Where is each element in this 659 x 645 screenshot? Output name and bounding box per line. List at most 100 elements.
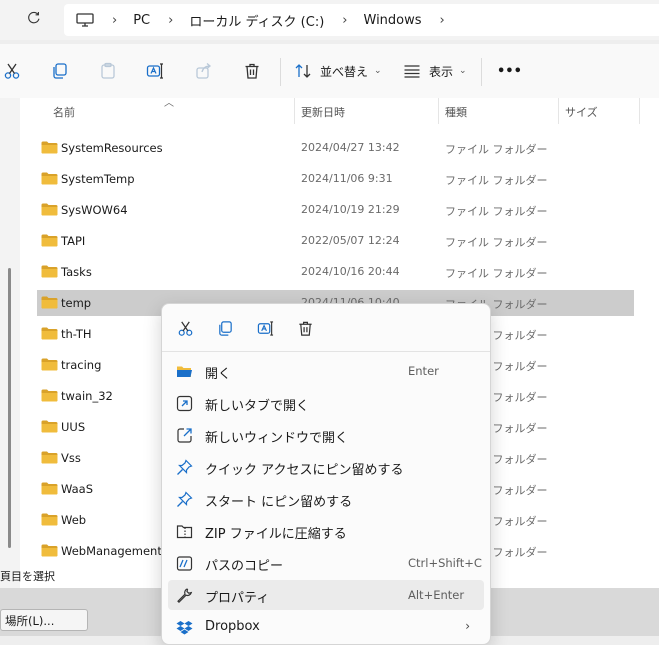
menu-item-compress-zip[interactable]: ZIP ファイルに圧縮する	[168, 516, 484, 546]
dropbox-icon	[176, 619, 193, 636]
chevron-right-icon[interactable]: ›	[440, 13, 445, 28]
file-date: 2022/05/07 12:24	[301, 234, 400, 247]
folder-icon	[41, 172, 58, 185]
menu-item-label: プロパティ	[205, 591, 270, 606]
column-date[interactable]: 更新日時	[301, 104, 345, 120]
copy-button[interactable]	[51, 58, 69, 84]
toolbar-divider	[280, 58, 281, 86]
chevron-down-icon: ⌄	[374, 66, 382, 76]
column-divider[interactable]	[558, 98, 559, 124]
context-menu: 開く Enter 新しいタブで開く新しいウィンドウで開くクイック アクセスにピン留め…	[161, 303, 491, 645]
breadcrumb-local-disk[interactable]: ローカル ディスク (C:)	[189, 11, 324, 30]
menu-item-properties[interactable]: プロパティ Alt+Enter	[168, 580, 484, 610]
file-date: 2024/04/27 13:42	[301, 141, 400, 154]
column-name[interactable]: 名前	[53, 104, 75, 120]
folder-icon	[41, 234, 58, 247]
file-name: SystemResources	[61, 141, 163, 155]
column-size[interactable]: サイズ	[565, 104, 598, 120]
copy-path-icon	[176, 555, 193, 572]
rename-button[interactable]	[146, 58, 164, 84]
chevron-right-icon: ›	[465, 619, 470, 633]
clipboard-icon	[101, 62, 115, 79]
menu-item-label: 新しいウィンドウで開く	[205, 431, 349, 446]
chevron-down-icon: ⌄	[459, 66, 467, 76]
file-date: 2024/11/06 9:31	[301, 172, 393, 185]
folder-icon	[41, 482, 58, 495]
selection-status: 頁目を選択	[0, 570, 55, 583]
menu-item-shortcut: Alt+Enter	[408, 588, 465, 602]
zip-icon	[176, 523, 193, 540]
view-list-icon	[404, 65, 420, 78]
menu-item-shortcut: Ctrl+Shift+C	[408, 556, 482, 570]
file-name: th-TH	[61, 327, 92, 341]
address-bar-area: › PC › ローカル ディスク (C:) › Windows ›	[0, 0, 659, 40]
folder-icon	[41, 327, 58, 340]
chevron-right-icon: ›	[342, 12, 348, 28]
breadcrumb-pc[interactable]: PC	[133, 13, 150, 28]
command-bar: 並べ替え ⌄ 表示 ⌄ •••	[0, 44, 659, 99]
folder-icon	[41, 420, 58, 433]
more-options-button[interactable]: •••	[497, 58, 522, 84]
location-button[interactable]: 場所(L)...	[0, 609, 88, 631]
chevron-right-icon: ›	[112, 12, 118, 28]
delete-button[interactable]	[243, 58, 261, 84]
breadcrumb[interactable]: › PC › ローカル ディスク (C:) › Windows ›	[64, 4, 659, 36]
chevron-right-icon: ›	[168, 12, 174, 28]
folder-icon	[41, 203, 58, 216]
menu-item-dropbox[interactable]: Dropbox ›	[168, 612, 484, 642]
menu-item-label: ZIP ファイルに圧縮する	[205, 527, 347, 542]
file-name: WebManagement	[61, 544, 162, 558]
file-row[interactable]: Tasks 2024/10/16 20:44 ファイル フォルダー	[37, 259, 634, 285]
copy-icon	[218, 320, 232, 336]
menu-item-open-new-tab[interactable]: 新しいタブで開く	[168, 388, 484, 418]
new-tab-icon	[176, 395, 193, 412]
rename-icon	[257, 320, 273, 336]
menu-item-open[interactable]: 開く Enter	[168, 356, 484, 386]
menu-item-label: 新しいタブで開く	[205, 399, 310, 414]
file-name: twain_32	[61, 389, 113, 403]
paste-button[interactable]	[99, 58, 117, 84]
view-button[interactable]: 表示 ⌄	[403, 58, 467, 84]
context-rename-button[interactable]	[251, 316, 279, 340]
column-divider[interactable]	[294, 98, 295, 124]
nav-scrollbar[interactable]	[8, 268, 11, 548]
share-button[interactable]	[195, 58, 213, 84]
context-cut-button[interactable]	[171, 316, 199, 340]
cut-button[interactable]	[3, 58, 21, 84]
folder-icon	[41, 296, 58, 309]
toolbar-divider	[481, 58, 482, 86]
menu-item-pin-quick-access[interactable]: クイック アクセスにピン留めする	[168, 452, 484, 482]
context-delete-button[interactable]	[291, 316, 319, 340]
file-row[interactable]: SystemResources 2024/04/27 13:42 ファイル フォルダ…	[37, 135, 634, 161]
share-icon	[196, 63, 212, 79]
menu-item-copy-path[interactable]: パスのコピー Ctrl+Shift+C	[168, 548, 484, 578]
file-date: 2024/10/16 20:44	[301, 265, 400, 278]
menu-item-open-new-window[interactable]: 新しいウィンドウで開く	[168, 420, 484, 450]
open-folder-icon	[176, 363, 193, 380]
column-divider[interactable]	[639, 98, 640, 124]
sort-button[interactable]: 並べ替え ⌄	[294, 58, 382, 84]
context-copy-button[interactable]	[211, 316, 239, 340]
file-name: Tasks	[61, 265, 92, 279]
file-name: TAPI	[61, 234, 86, 248]
column-type[interactable]: 種類	[445, 104, 467, 120]
file-name: tracing	[61, 358, 102, 372]
menu-item-label: Dropbox	[205, 619, 260, 634]
scissors-icon	[4, 63, 20, 79]
file-name: temp	[61, 296, 92, 310]
file-row[interactable]: SysWOW64 2024/10/19 21:29 ファイル フォルダー	[37, 197, 634, 223]
folder-icon	[41, 451, 58, 464]
scissors-icon	[178, 321, 192, 336]
folder-icon	[41, 389, 58, 402]
refresh-icon[interactable]	[24, 10, 44, 30]
pin-icon	[176, 491, 193, 508]
new-window-icon	[176, 427, 193, 444]
folder-icon	[41, 141, 58, 154]
file-row[interactable]: SystemTemp 2024/11/06 9:31 ファイル フォルダー	[37, 166, 634, 192]
file-row[interactable]: TAPI 2022/05/07 12:24 ファイル フォルダー	[37, 228, 634, 254]
breadcrumb-windows[interactable]: Windows	[364, 13, 422, 28]
column-divider[interactable]	[438, 98, 439, 124]
menu-item-pin-start[interactable]: スタート にピン留めする	[168, 484, 484, 514]
folder-icon	[41, 513, 58, 526]
file-type: ファイル フォルダー	[445, 205, 548, 218]
